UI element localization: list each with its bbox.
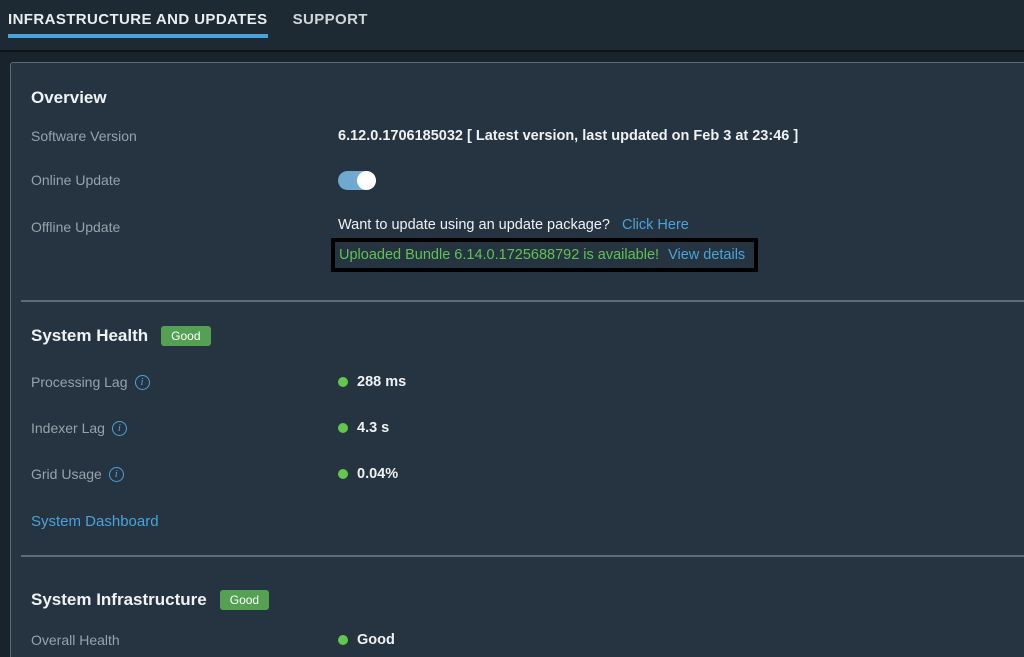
system-dashboard-link-row: System Dashboard [31, 511, 1006, 531]
processing-lag-row: Processing Lag i 288 ms [31, 372, 1006, 392]
uploaded-bundle-highlight-box: Uploaded Bundle 6.14.0.1725688792 is ava… [331, 238, 758, 272]
overview-title-text: Overview [31, 88, 107, 108]
offline-update-prompt: Want to update using an update package? [338, 217, 610, 233]
system-infrastructure-title: System Infrastructure Good [31, 588, 1006, 612]
overview-title: Overview [31, 63, 1006, 109]
indexer-lag-label: Indexer Lag i [31, 420, 338, 436]
toggle-knob [357, 171, 376, 190]
system-health-title: System Health Good [31, 324, 1006, 348]
offline-update-label: Offline Update [31, 219, 338, 235]
overall-health-row: Overall Health Good [31, 630, 1006, 650]
green-status-dot [338, 423, 348, 433]
online-update-toggle[interactable] [338, 171, 376, 190]
view-details-link[interactable]: View details [668, 247, 745, 263]
software-version-value: 6.12.0.1706185032 [ Latest version, last… [338, 128, 1006, 144]
offline-update-prompt-line: Want to update using an update package? … [338, 217, 1006, 233]
processing-lag-value: 288 ms [338, 374, 1006, 390]
system-dashboard-link[interactable]: System Dashboard [31, 513, 159, 530]
info-icon[interactable]: i [135, 375, 150, 390]
overall-health-value: Good [338, 632, 1006, 648]
online-update-label: Online Update [31, 172, 338, 188]
processing-lag-label: Processing Lag i [31, 374, 338, 390]
info-icon[interactable]: i [112, 421, 127, 436]
grid-usage-row: Grid Usage i 0.04% [31, 464, 1006, 484]
green-status-dot [338, 635, 348, 645]
offline-update-row: Offline Update Want to update using an u… [31, 217, 1006, 272]
system-infrastructure-status-badge: Good [220, 590, 269, 610]
tab-support[interactable]: SUPPORT [293, 11, 368, 38]
uploaded-bundle-message: Uploaded Bundle 6.14.0.1725688792 is ava… [339, 247, 659, 263]
info-icon[interactable]: i [109, 467, 124, 482]
overall-health-label: Overall Health [31, 632, 338, 648]
system-health-title-text: System Health [31, 326, 148, 346]
indexer-lag-row: Indexer Lag i 4.3 s [31, 418, 1006, 438]
tab-infrastructure-and-updates[interactable]: INFRASTRUCTURE AND UPDATES [8, 11, 268, 38]
infrastructure-panel: Overview Software Version 6.12.0.1706185… [10, 62, 1024, 657]
click-here-link[interactable]: Click Here [622, 217, 689, 233]
section-divider [21, 555, 1024, 557]
section-divider [21, 300, 1024, 302]
system-infrastructure-title-text: System Infrastructure [31, 590, 207, 610]
software-version-row: Software Version 6.12.0.1706185032 [ Lat… [31, 126, 1006, 146]
offline-update-content: Want to update using an update package? … [338, 217, 1006, 272]
software-version-label: Software Version [31, 128, 338, 144]
grid-usage-label: Grid Usage i [31, 466, 338, 482]
system-health-status-badge: Good [161, 326, 210, 346]
green-status-dot [338, 377, 348, 387]
online-update-row: Online Update [31, 170, 1006, 190]
grid-usage-value: 0.04% [338, 466, 1006, 482]
tab-bar: INFRASTRUCTURE AND UPDATES SUPPORT [0, 0, 1024, 52]
indexer-lag-value: 4.3 s [338, 420, 1006, 436]
green-status-dot [338, 469, 348, 479]
